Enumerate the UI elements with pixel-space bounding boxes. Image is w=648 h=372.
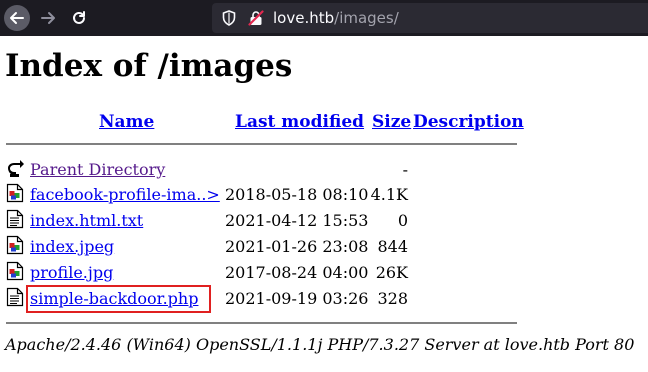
- file-link[interactable]: facebook-profile-ima..>: [30, 185, 220, 204]
- column-header-description[interactable]: Description: [413, 112, 524, 132]
- list-item: profile.jpg 2017-08-24 04:00 26K: [0, 260, 648, 284]
- row-date: 2021-09-19 03:26: [225, 289, 369, 308]
- row-size: 4.1K: [370, 185, 408, 204]
- reload-button[interactable]: [66, 5, 92, 31]
- row-size: 328: [377, 289, 408, 308]
- row-date: 2018-05-18 08:10: [225, 185, 369, 204]
- reload-icon: [73, 11, 85, 24]
- row-size: 0: [397, 211, 408, 230]
- list-item: Parent Directory -: [0, 157, 648, 181]
- column-header-size[interactable]: Size: [372, 112, 411, 132]
- bottom-divider: [6, 322, 517, 324]
- url-bar[interactable]: love.htb/images/: [212, 3, 648, 33]
- row-size: -: [402, 160, 408, 179]
- list-item: facebook-profile-ima..> 2018-05-18 08:10…: [0, 182, 648, 206]
- row-date: 2017-08-24 04:00: [225, 263, 369, 282]
- url-path: /images/: [334, 9, 399, 27]
- image-file-icon: [6, 235, 24, 255]
- top-divider: [6, 143, 517, 145]
- url-text[interactable]: love.htb/images/: [273, 9, 399, 27]
- file-link[interactable]: profile.jpg: [30, 263, 113, 282]
- column-header-name[interactable]: Name: [99, 112, 154, 132]
- url-host: love.htb: [273, 9, 335, 27]
- text-file-icon: [6, 287, 24, 307]
- file-link[interactable]: index.jpeg: [30, 237, 114, 256]
- forward-arrow-icon: [41, 12, 55, 24]
- back-folder-icon: [6, 158, 24, 178]
- text-file-icon: [6, 209, 24, 229]
- back-arrow-icon: [10, 12, 24, 24]
- row-size: 26K: [375, 263, 408, 282]
- page-title: Index of /images: [5, 48, 293, 84]
- list-item: index.html.txt 2021-04-12 15:53 0: [0, 208, 648, 232]
- image-file-icon: [6, 261, 24, 281]
- image-file-icon: [6, 183, 24, 203]
- list-item: index.jpeg 2021-01-26 23:08 844: [0, 234, 648, 258]
- row-date: 2021-01-26 23:08: [225, 237, 369, 256]
- browser-toolbar: love.htb/images/: [0, 0, 648, 36]
- highlight-box: [26, 285, 211, 313]
- shield-icon[interactable]: [222, 10, 236, 30]
- back-button[interactable]: [4, 5, 30, 31]
- column-header-last-modified[interactable]: Last modified: [235, 112, 364, 132]
- parent-directory-link[interactable]: Parent Directory: [30, 160, 165, 179]
- file-link[interactable]: index.html.txt: [30, 211, 143, 230]
- server-signature: Apache/2.4.46 (Win64) OpenSSL/1.1.1j PHP…: [5, 335, 635, 354]
- forward-button[interactable]: [35, 5, 61, 31]
- row-size: 844: [377, 237, 408, 256]
- row-date: 2021-04-12 15:53: [225, 211, 369, 230]
- insecure-lock-icon[interactable]: [248, 10, 264, 30]
